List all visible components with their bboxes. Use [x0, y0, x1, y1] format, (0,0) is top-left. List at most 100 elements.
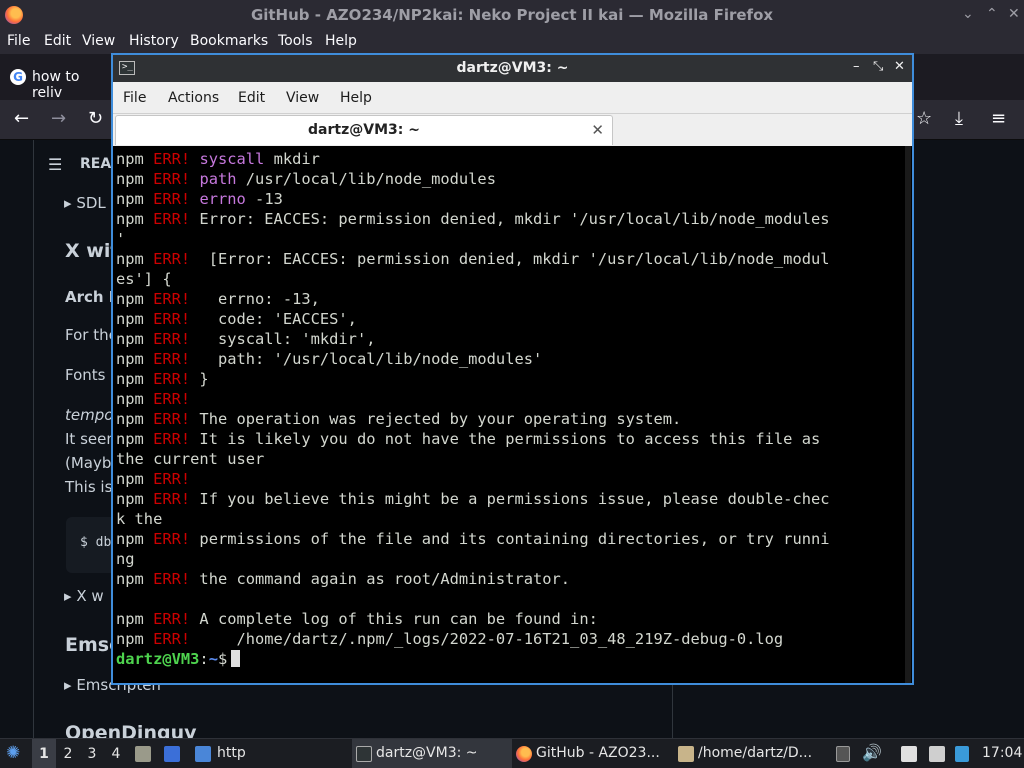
- workspace-4[interactable]: 4: [104, 739, 128, 768]
- terminal-line-segment: ERR!: [153, 190, 191, 208]
- terminal-line-segment: ng: [116, 550, 135, 568]
- hamburger-menu-icon[interactable]: ≡: [991, 108, 1006, 129]
- terminal-line: npm ERR! /home/dartz/.npm/_logs/2022-07-…: [116, 629, 896, 649]
- folder-launcher-label[interactable]: http: [217, 745, 246, 761]
- terminal-minimize-button[interactable]: –: [853, 59, 860, 74]
- clipboard-icon[interactable]: [901, 746, 917, 762]
- terminal-line-segment: ': [116, 230, 126, 248]
- terminal-window: >_ dartz@VM3: ~ – ⤡ ✕ File Actions Edit …: [111, 53, 914, 685]
- back-arrow-icon[interactable]: ←: [14, 108, 29, 129]
- menu-edit[interactable]: Edit: [44, 33, 71, 49]
- terminal-scrollbar[interactable]: [905, 146, 911, 683]
- prompt-sep: :: [199, 650, 209, 668]
- terminal-menu-file[interactable]: File: [123, 90, 146, 106]
- terminal-menu-actions[interactable]: Actions: [168, 90, 219, 106]
- terminal-line-segment: ERR!: [153, 410, 191, 428]
- folder-icon[interactable]: [195, 746, 211, 762]
- bookmark-star-icon[interactable]: ☆: [916, 108, 932, 129]
- sdl-item[interactable]: ▸ SDL: [64, 194, 106, 212]
- terminal-line: npm ERR! }: [116, 369, 896, 389]
- terminal-menu-edit[interactable]: Edit: [238, 90, 265, 106]
- terminal-line-segment: -13: [245, 190, 283, 208]
- task-terminal[interactable]: dartz@VM3: ~: [352, 739, 512, 768]
- terminal-line-segment: errno: [199, 190, 246, 208]
- x-w-item-label: X w: [76, 587, 104, 605]
- terminal-line-segment: ERR!: [153, 350, 191, 368]
- terminal-line-segment: It is likely you do not have the permiss…: [190, 430, 821, 448]
- task-firefox[interactable]: GitHub - AZO23...: [512, 739, 672, 768]
- terminal-line-segment: npm: [116, 470, 154, 488]
- mayb-text: (Mayb: [65, 454, 112, 472]
- terminal-line-segment: syscall: [199, 150, 265, 168]
- menu-tools[interactable]: Tools: [278, 33, 313, 49]
- firefox-titlebar: GitHub - AZO234/NP2kai: Neko Project II …: [0, 0, 1024, 30]
- outline-list-icon[interactable]: ☰: [48, 155, 62, 174]
- workspace-3[interactable]: 3: [80, 739, 104, 768]
- notification-icon[interactable]: [955, 746, 969, 762]
- terminal-line-segment: /usr/local/lib/node_modules: [236, 170, 496, 188]
- minimize-button[interactable]: ⌄: [962, 6, 974, 22]
- terminal-output[interactable]: npm ERR! syscall mkdir npm ERR! path /usr…: [113, 146, 912, 683]
- reload-icon[interactable]: ↻: [88, 108, 103, 129]
- terminal-titlebar[interactable]: >_ dartz@VM3: ~ – ⤡ ✕: [113, 55, 912, 82]
- terminal-line: es'] {: [116, 269, 896, 289]
- terminal-line-segment: k the: [116, 510, 163, 528]
- readme-label: REA: [80, 156, 112, 172]
- terminal-line-segment: npm: [116, 250, 154, 268]
- terminal-line-segment: ERR!: [153, 530, 191, 548]
- terminal-line-segment: npm: [116, 610, 154, 628]
- task-files-label: /home/dartz/D...: [698, 745, 813, 761]
- x-w-item[interactable]: ▸ X w: [64, 587, 104, 605]
- terminal-tab-label: dartz@VM3: ~: [308, 122, 420, 138]
- menu-help[interactable]: Help: [325, 33, 357, 49]
- terminal-line-segment: the command again as root/Administrator.: [190, 570, 571, 588]
- terminal-prompt[interactable]: dartz@VM3:~$: [116, 649, 896, 669]
- terminal-menu-view[interactable]: View: [286, 90, 319, 106]
- task-firefox-label: GitHub - AZO23...: [536, 745, 660, 761]
- workspace-2[interactable]: 2: [56, 739, 80, 768]
- menu-history[interactable]: History: [129, 33, 179, 49]
- workspace-1[interactable]: 1: [32, 739, 56, 768]
- terminal-lines: npm ERR! syscall mkdir npm ERR! path /usr…: [116, 149, 896, 669]
- scroll-tray-icon[interactable]: [836, 746, 850, 762]
- terminal-line-segment: npm: [116, 490, 154, 508]
- code-text: $ db: [80, 535, 112, 550]
- terminal-line-segment: ERR!: [153, 610, 191, 628]
- browser-tab[interactable]: G how to reliv: [6, 62, 112, 101]
- terminal-tabbar: dartz@VM3: ~ ✕: [113, 114, 912, 146]
- menu-view[interactable]: View: [82, 33, 115, 49]
- google-icon: G: [10, 69, 26, 85]
- menu-bookmarks[interactable]: Bookmarks: [190, 33, 268, 49]
- terminal-line: npm ERR! The operation was rejected by y…: [116, 409, 896, 429]
- maximize-button[interactable]: ⌃: [986, 6, 998, 22]
- terminal-maximize-button[interactable]: ⤡: [873, 59, 883, 74]
- prompt-path: ~: [208, 650, 218, 668]
- downloads-icon[interactable]: ⤓: [955, 108, 963, 129]
- close-button[interactable]: ✕: [1008, 6, 1020, 22]
- prompt-user: dartz@VM3: [116, 650, 200, 668]
- terminal-line-segment: npm: [116, 290, 154, 308]
- terminal-line-segment: ERR!: [153, 210, 191, 228]
- task-files[interactable]: /home/dartz/D...: [674, 739, 824, 768]
- network-icon[interactable]: [929, 746, 945, 762]
- terminal-tab-close-icon[interactable]: ✕: [591, 121, 604, 139]
- prompt-sign: $: [217, 650, 228, 668]
- file-manager-launcher-icon[interactable]: [135, 746, 151, 762]
- terminal-close-button[interactable]: ✕: [894, 59, 905, 74]
- volume-icon[interactable]: 🔊: [862, 743, 882, 762]
- terminal-line: k the: [116, 509, 896, 529]
- forward-arrow-icon[interactable]: →: [51, 108, 66, 129]
- start-menu-icon[interactable]: ✺: [6, 743, 20, 763]
- terminal-line: npm ERR! [Error: EACCES: permission deni…: [116, 249, 896, 269]
- terminal-line-segment: ERR!: [153, 250, 191, 268]
- terminal-menu-help[interactable]: Help: [340, 90, 372, 106]
- terminal-line-segment: ERR!: [153, 290, 191, 308]
- terminal-line-segment: the current user: [116, 450, 265, 468]
- desktop-launcher-icon[interactable]: [164, 746, 180, 762]
- firefox-task-icon: [516, 746, 532, 762]
- terminal-line-segment: ERR!: [153, 150, 191, 168]
- desktop: GitHub - AZO234/NP2kai: Neko Project II …: [0, 0, 1024, 768]
- terminal-tab[interactable]: dartz@VM3: ~ ✕: [115, 115, 613, 145]
- menu-file[interactable]: File: [7, 33, 30, 49]
